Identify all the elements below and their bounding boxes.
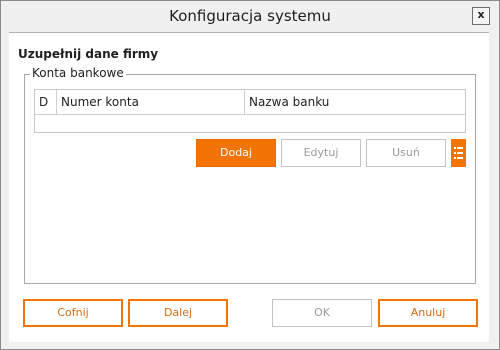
delete-button[interactable]: Usuń (366, 139, 446, 167)
list-menu-icon (454, 147, 463, 159)
table-header: D Numer konta Nazwa banku (35, 90, 465, 115)
close-button[interactable]: x (472, 7, 490, 25)
cancel-button[interactable]: Anuluj (378, 299, 478, 327)
column-header-account-number[interactable]: Numer konta (57, 90, 245, 114)
ok-button[interactable]: OK (272, 299, 372, 327)
title-bar[interactable]: Konfiguracja systemu x (1, 1, 499, 33)
window-title: Konfiguracja systemu (169, 7, 331, 25)
bank-accounts-group-label: Konta bankowe (30, 66, 126, 80)
list-menu-button[interactable] (451, 139, 466, 167)
column-header-bank-name[interactable]: Nazwa banku (245, 90, 465, 114)
section-heading: Uzupełnij dane firmy (18, 47, 159, 61)
next-button[interactable]: Dalej (128, 299, 228, 327)
bank-accounts-table[interactable]: D Numer konta Nazwa banku (34, 89, 466, 133)
column-header-default[interactable]: D (35, 90, 57, 114)
back-button[interactable]: Cofnij (23, 299, 123, 327)
add-button[interactable]: Dodaj (196, 139, 276, 167)
edit-button[interactable]: Edytuj (281, 139, 361, 167)
